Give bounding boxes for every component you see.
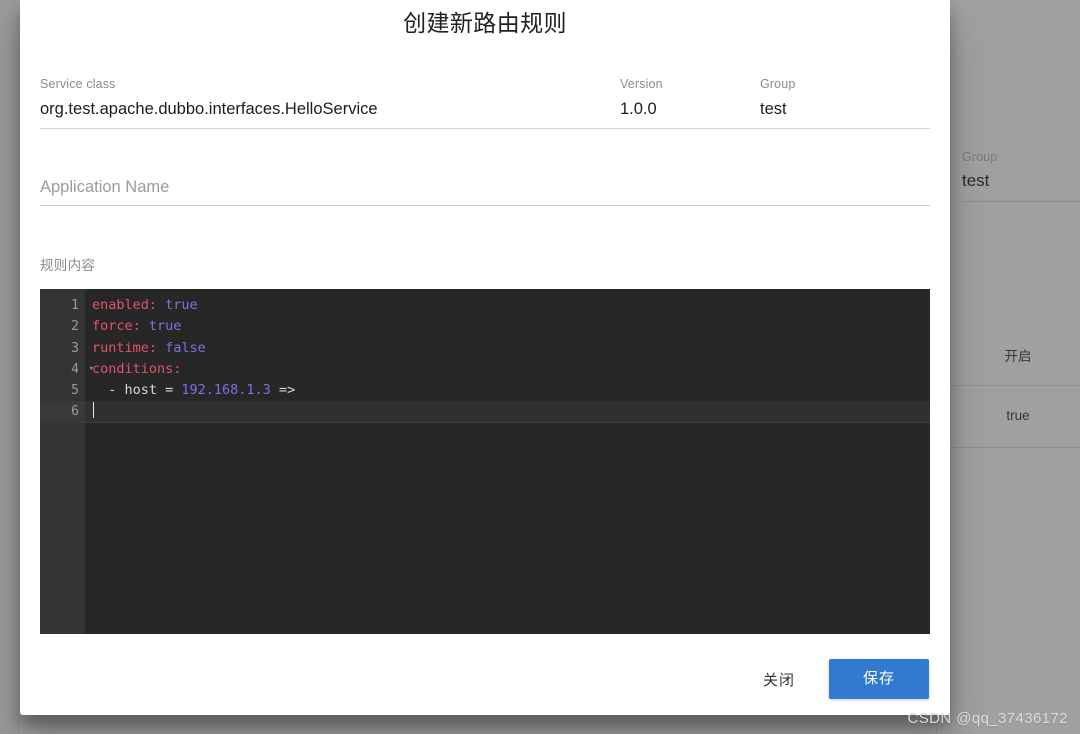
editor-code-area[interactable]: enabled: true force: true runtime: false co… <box>85 289 930 634</box>
application-name-input[interactable] <box>40 174 930 200</box>
code-token-plain: => <box>270 382 296 399</box>
dialog-body: Service class org.test.apache.dubbo.inte… <box>20 76 950 634</box>
service-class-field: Service class org.test.apache.dubbo.inte… <box>40 76 620 124</box>
code-token-val: true <box>148 318 182 335</box>
editor-line-number: 1 <box>71 298 79 313</box>
rule-content-editor[interactable]: 1 2 3 4 ▾ 5 6 enabled: true force: true runtime:… <box>40 289 930 634</box>
version-field: Version 1.0.0 <box>620 76 760 124</box>
dialog-title: 创建新路由规则 <box>403 10 567 36</box>
editor-code-line[interactable]: - host = 192.168.1.3 => <box>85 380 930 401</box>
version-label: Version <box>620 77 663 91</box>
fold-chevron-down-icon[interactable]: ▾ <box>89 359 94 380</box>
editor-line-number: 5 <box>71 383 79 399</box>
code-token-plain: - host = <box>92 382 182 399</box>
background-group-label: Group <box>962 150 998 164</box>
editor-line-number: 4 ▾ <box>40 359 94 380</box>
code-token-key: enabled: <box>92 297 158 313</box>
code-token-val: true <box>165 297 198 313</box>
editor-line-number: 6 <box>40 401 85 423</box>
editor-code-line[interactable] <box>85 401 930 423</box>
background-right-column: Group test 开启 true <box>936 0 1080 734</box>
group-field: Group test <box>760 76 930 124</box>
background-row-divider-1 <box>936 385 1080 386</box>
background-group-field: Group test <box>962 148 1080 202</box>
version-value: 1.0.0 <box>620 100 657 118</box>
save-button[interactable]: 保存 <box>828 659 929 699</box>
text-cursor <box>93 402 94 419</box>
close-button[interactable]: 关闭 <box>747 661 811 698</box>
background-group-value: test <box>962 171 990 190</box>
background-row-divider-2 <box>936 447 1080 448</box>
service-class-value: org.test.apache.dubbo.interfaces.HelloSe… <box>40 100 378 118</box>
editor-code-line[interactable]: runtime: false <box>85 338 930 359</box>
application-name-row <box>40 174 930 206</box>
editor-line-number: 3 <box>71 340 79 356</box>
editor-code-line[interactable]: force: true <box>85 316 930 337</box>
group-value: test <box>760 100 787 118</box>
service-class-label: Service class <box>40 77 116 91</box>
background-row-value: true <box>1006 408 1030 423</box>
service-info-row: Service class org.test.apache.dubbo.inte… <box>40 76 930 129</box>
background-row-enable: 开启 <box>1004 349 1032 364</box>
create-route-rule-dialog: 创建新路由规则 Service class org.test.apache.du… <box>20 0 950 715</box>
editor-code-line[interactable]: enabled: true <box>85 295 930 316</box>
group-label: Group <box>760 77 796 91</box>
editor-line-number-gutter: 1 2 3 4 ▾ 5 6 <box>40 289 94 634</box>
editor-line-number: 2 <box>71 319 79 335</box>
editor-code-line[interactable]: conditions: <box>85 359 930 380</box>
code-token-key: conditions: <box>92 360 182 377</box>
code-token-key: force: <box>92 318 141 335</box>
code-token-key: runtime: <box>92 339 158 356</box>
code-token-num: 192.168.1.3 <box>181 382 271 399</box>
dialog-footer: 关闭 保存 <box>20 643 950 715</box>
rule-content-label: 规则内容 <box>40 258 96 273</box>
code-token-val: false <box>165 339 206 356</box>
background-group-underline <box>962 201 1080 202</box>
